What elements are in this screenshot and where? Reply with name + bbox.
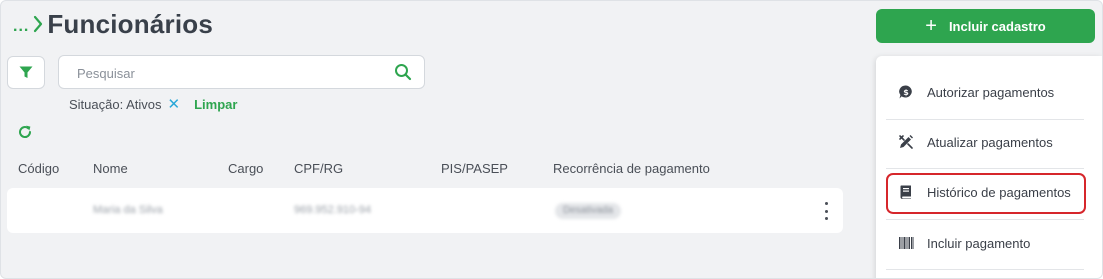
highlight-box (886, 173, 1086, 214)
column-header-cpf[interactable]: CPF/RG (294, 161, 343, 176)
column-header-pis[interactable]: PIS/PASEP (441, 161, 508, 176)
filter-button[interactable] (7, 56, 45, 89)
chevron-right-icon (34, 15, 43, 33)
cell-cpf: 969.952.910-94 (294, 204, 372, 216)
menu-item-label: Atualizar pagamentos (927, 134, 1053, 150)
app-frame: ... Funcionários + Incluir cadastro Situ… (0, 0, 1103, 279)
cell-name: Maria da Silva (93, 204, 163, 216)
filter-icon (19, 66, 33, 78)
add-record-button[interactable]: + Incluir cadastro (876, 9, 1095, 43)
column-header-recurrence[interactable]: Recorrência de pagamento (553, 161, 710, 176)
menu-item-update-payments[interactable]: Atualizar pagamentos (876, 117, 1102, 167)
menu-item-add-payment[interactable]: Incluir pagamento (876, 218, 1102, 268)
row-actions-menu: $ Autorizar pagamentos Atualizar pagamen… (876, 56, 1102, 278)
column-header-role[interactable]: Cargo (228, 161, 263, 176)
status-badge: Desativada (555, 203, 622, 219)
column-header-name[interactable]: Nome (93, 161, 128, 176)
search-input[interactable] (75, 63, 379, 83)
plus-icon: + (925, 15, 937, 37)
barcode-icon (899, 237, 914, 249)
add-record-label: Incluir cadastro (948, 18, 1046, 34)
more-options-icon[interactable] (823, 202, 829, 220)
menu-item-authorize-payments[interactable]: $ Autorizar pagamentos (876, 67, 1102, 117)
active-filter-chip: Situação: Ativos ✕ Limpar (69, 97, 237, 112)
search-field[interactable] (58, 55, 425, 89)
breadcrumb-back-link[interactable]: ... (13, 18, 29, 36)
menu-item-label: Incluir pagamento (927, 235, 1031, 251)
table-row[interactable]: Maria da Silva 969.952.910-94 Desativada (7, 188, 843, 233)
table-header: Código Nome Cargo CPF/RG PIS/PASEP Recor… (1, 161, 851, 177)
page-title: Funcionários (47, 8, 213, 39)
search-icon[interactable] (394, 63, 412, 81)
dollar-chat-icon: $ (899, 85, 912, 99)
page-header: ... Funcionários (13, 7, 213, 41)
menu-divider (886, 269, 1084, 270)
menu-item-label: Autorizar pagamentos (927, 84, 1055, 100)
close-icon[interactable]: ✕ (168, 97, 181, 112)
column-header-code[interactable]: Código (18, 161, 59, 176)
filter-chip-label: Situação: Ativos (69, 97, 162, 112)
clear-filters-link[interactable]: Limpar (194, 97, 237, 112)
edit-tools-icon (899, 135, 913, 149)
refresh-icon[interactable] (17, 124, 33, 140)
svg-text:$: $ (903, 88, 909, 97)
